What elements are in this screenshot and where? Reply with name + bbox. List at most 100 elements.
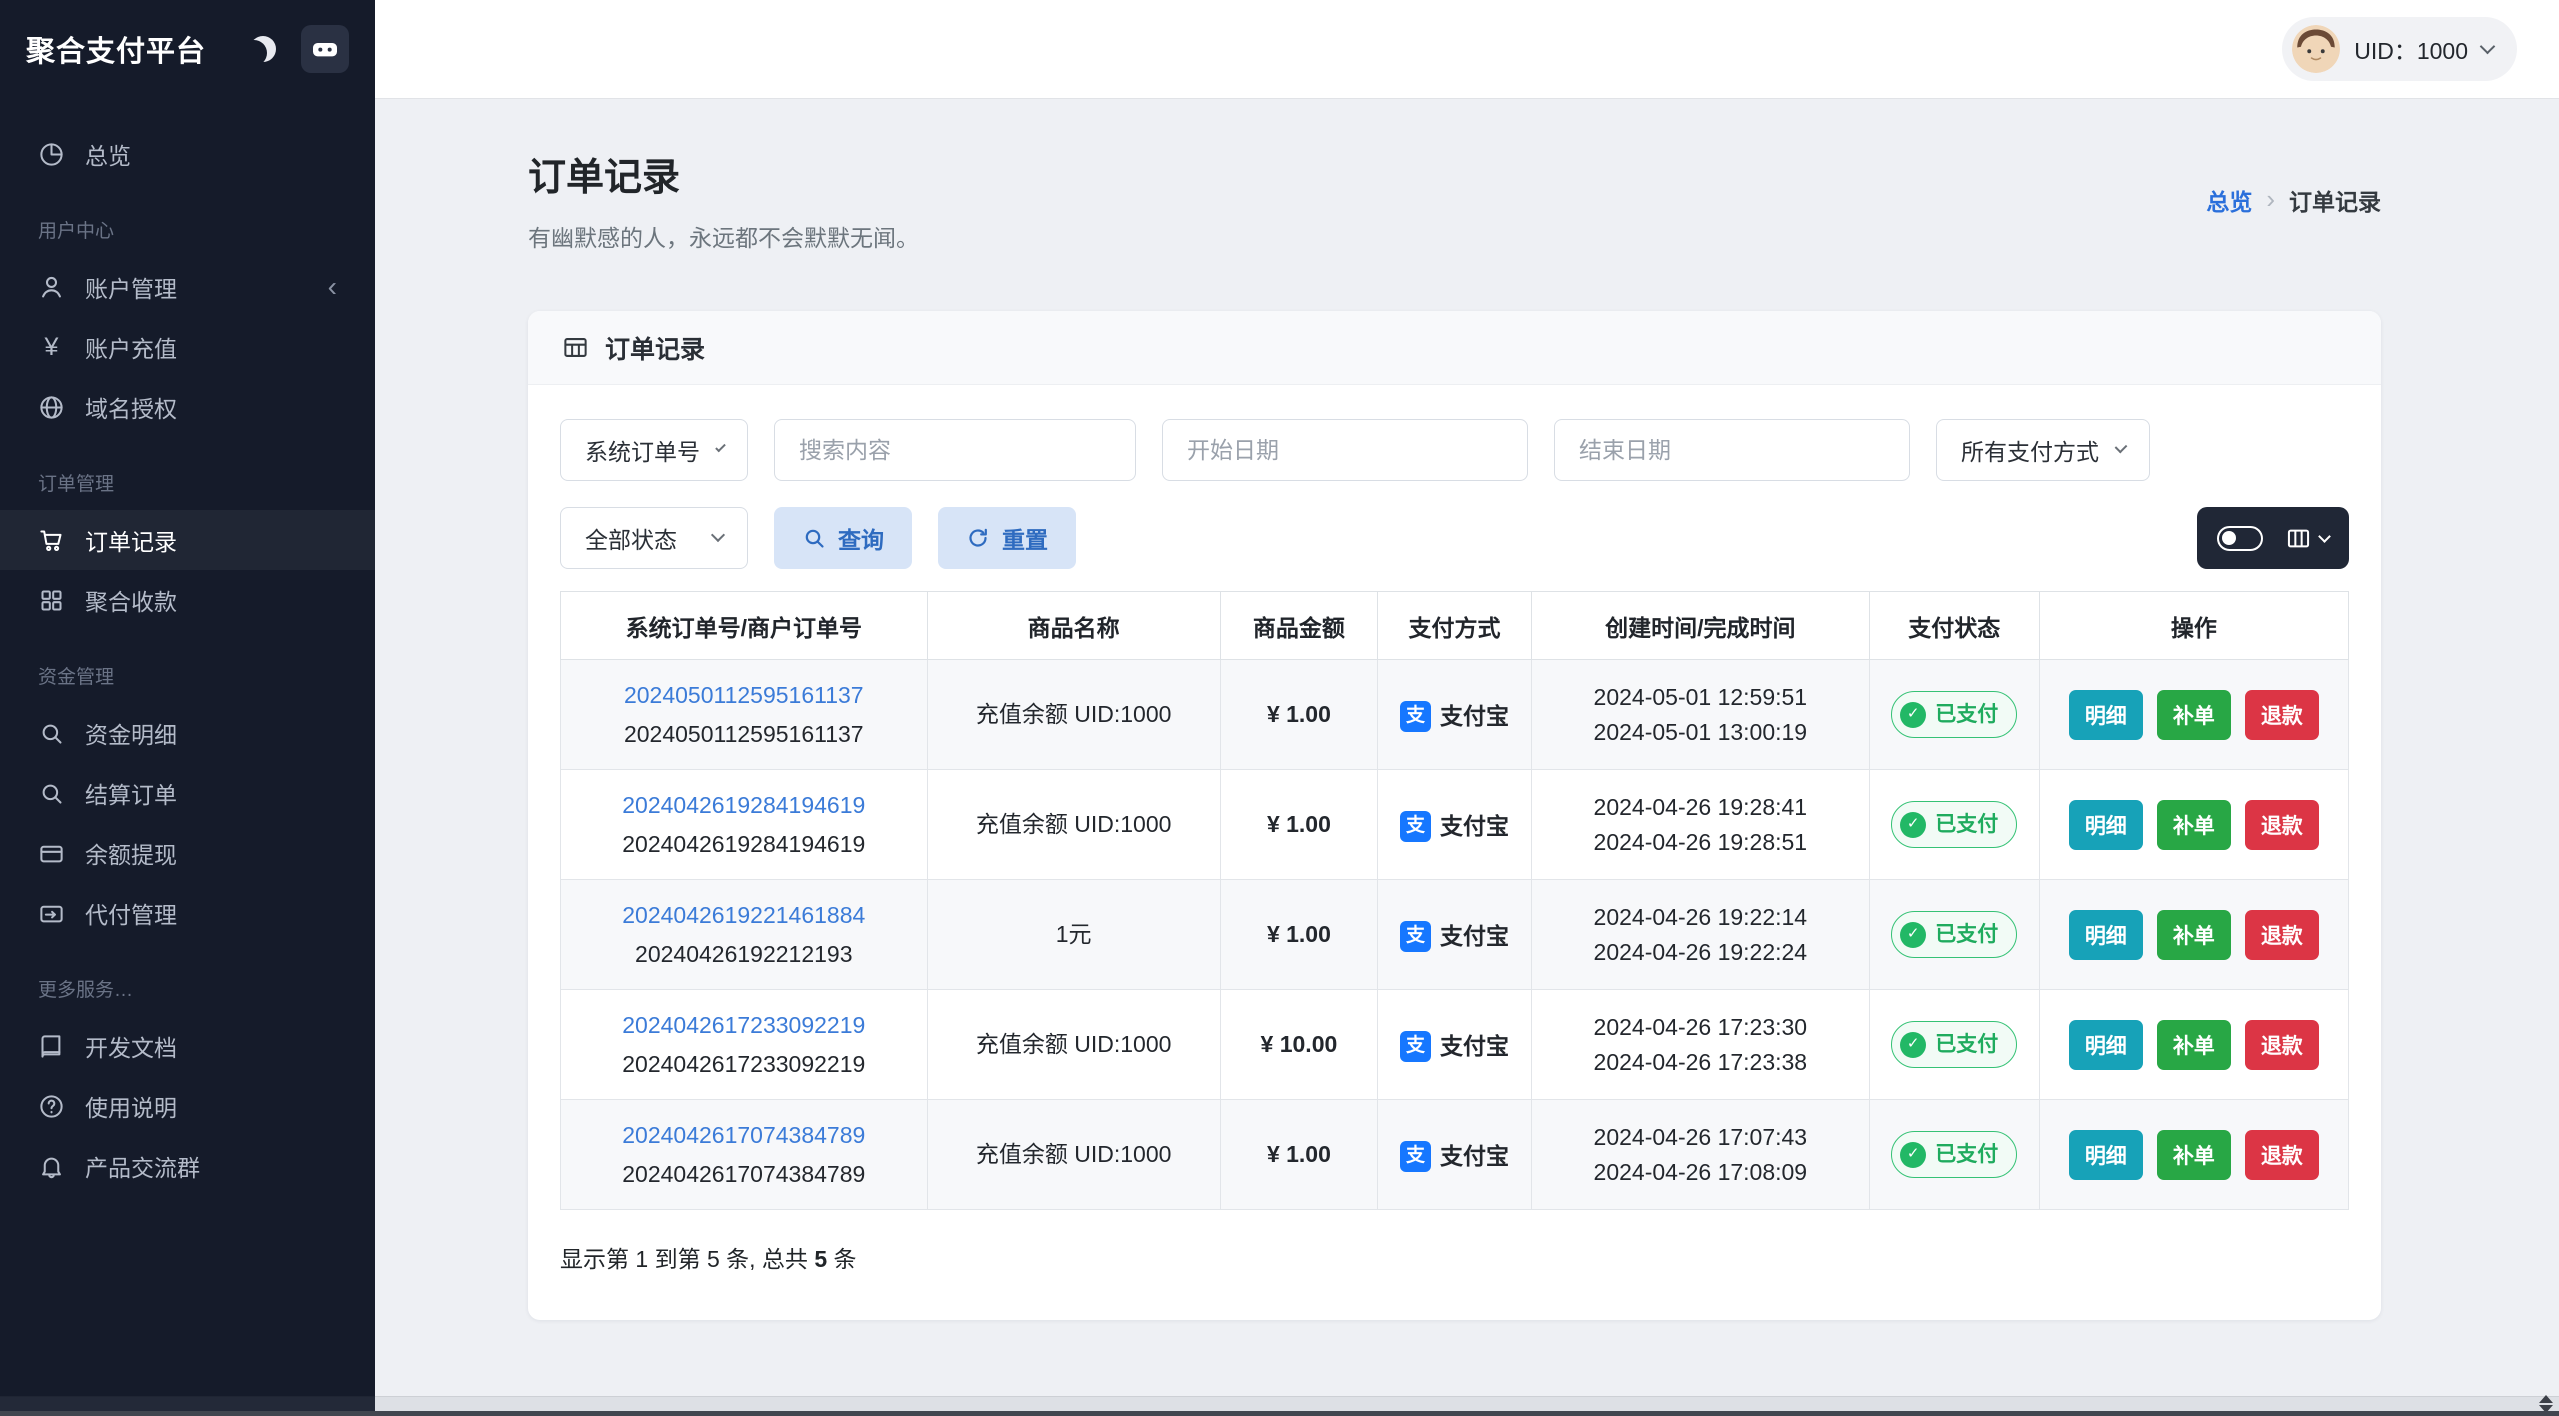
- status-cell: ✓ 已支付: [1868, 769, 2040, 880]
- end-date-input[interactable]: [1554, 419, 1910, 481]
- breadcrumb-current: 订单记录: [2289, 188, 2381, 215]
- sidebar-item-product-group[interactable]: 产品交流群: [0, 1136, 375, 1196]
- order-no-link[interactable]: 2024042619284194619: [573, 788, 915, 823]
- pay-method-select[interactable]: 所有支付方式: [1936, 419, 2150, 481]
- order-field-select[interactable]: 系统订单号: [560, 419, 748, 481]
- sidebar-item-order-records[interactable]: 订单记录: [0, 510, 375, 570]
- card-header: 订单记录: [528, 311, 2381, 385]
- detail-button[interactable]: 明细: [2068, 1129, 2143, 1180]
- sidebar-item-overview[interactable]: 总览: [0, 124, 375, 184]
- supplement-button[interactable]: 补单: [2156, 799, 2231, 850]
- amount-cell: ¥ 1.00: [1219, 769, 1379, 880]
- status-badge: ✓ 已支付: [1891, 1130, 2018, 1179]
- table-row: 2024050112595161137 2024050112595161137 充值…: [560, 659, 2350, 770]
- filter-row-2: 全部状态 查询 重置: [560, 507, 2349, 569]
- reset-button[interactable]: 重置: [938, 507, 1076, 569]
- chevron-left-icon: ‹: [327, 271, 337, 302]
- refund-button[interactable]: 退款: [2244, 909, 2319, 960]
- breadcrumb-root-link[interactable]: 总览: [2206, 183, 2252, 217]
- column-header: 操作: [2038, 591, 2350, 660]
- order-no-link[interactable]: 2024042617074384789: [573, 1118, 915, 1153]
- pay-method-cell: 支支付宝: [1377, 1099, 1532, 1210]
- start-date-input[interactable]: [1162, 419, 1528, 481]
- status-select[interactable]: 全部状态: [560, 507, 748, 569]
- supplement-button[interactable]: 补单: [2156, 1019, 2231, 1070]
- order-no-cell: 2024042619284194619 2024042619284194619: [560, 769, 928, 880]
- completed-time: 2024-04-26 17:23:38: [1593, 1048, 1808, 1075]
- table-toolbar: [2197, 507, 2349, 569]
- sidebar-item-balance-withdraw[interactable]: 余额提现: [0, 823, 375, 883]
- chevron-down-icon: [2479, 38, 2496, 54]
- order-no-cell: 2024042617233092219 2024042617233092219: [560, 989, 928, 1100]
- card-body: 系统订单号 所有支付方式 全部状态: [528, 385, 2381, 1320]
- dark-mode-toggle[interactable]: [239, 25, 287, 73]
- created-time: 2024-04-26 19:28:41: [1593, 794, 1808, 820]
- pagination-summary: 显示第 1 到第 5 条, 总共 5 条: [560, 1246, 857, 1272]
- column-header: 商品金额: [1219, 591, 1379, 660]
- product-cell: 充值余额 UID:1000: [926, 769, 1221, 880]
- user-icon: [38, 274, 65, 301]
- column-header: 支付状态: [1868, 591, 2040, 660]
- merchant-no: 2024042619284194619: [622, 830, 866, 857]
- orders-table: 系统订单号/商户订单号 商品名称 商品金额 支付方式 创建时间/完成时间 支付状态 操作 2…: [560, 591, 2350, 1210]
- chevron-down-icon: [2318, 529, 2331, 543]
- detail-button[interactable]: 明细: [2068, 909, 2143, 960]
- refund-button[interactable]: 退款: [2244, 799, 2319, 850]
- breadcrumb: 总览 › 订单记录: [2206, 183, 2381, 217]
- sidebar-item-settlement-orders[interactable]: 结算订单: [0, 763, 375, 823]
- sidebar-item-account-recharge[interactable]: ¥ 账户充值: [0, 317, 375, 377]
- order-no-link[interactable]: 2024050112595161137: [573, 678, 915, 713]
- actions-cell: 明细 补单 退款: [2038, 1099, 2350, 1210]
- sidebar-item-aggregate-collection[interactable]: 聚合收款: [0, 570, 375, 630]
- appearance-toggle[interactable]: [301, 25, 349, 73]
- user-menu[interactable]: UID：1000: [2282, 17, 2517, 81]
- bell-icon: [38, 1153, 65, 1180]
- order-no-link[interactable]: 2024042617233092219: [573, 1008, 915, 1043]
- sidebar-item-account-management[interactable]: 账户管理 ‹: [0, 257, 375, 317]
- supplement-button[interactable]: 补单: [2156, 689, 2231, 740]
- pay-method-cell: 支支付宝: [1377, 879, 1532, 990]
- status-badge: ✓ 已支付: [1891, 1020, 2018, 1069]
- detail-button[interactable]: 明细: [2068, 1019, 2143, 1070]
- overview-icon: [38, 141, 65, 168]
- grid-icon: [38, 587, 65, 614]
- card-title: 订单记录: [605, 335, 706, 364]
- cart-icon: [38, 527, 65, 554]
- search-input[interactable]: [774, 419, 1136, 481]
- actions-cell: 明细 补单 退款: [2038, 989, 2350, 1100]
- sidebar-item-domain-auth[interactable]: 域名授权: [0, 377, 375, 437]
- search-icon: [38, 780, 65, 807]
- created-time: 2024-04-26 17:07:43: [1593, 1124, 1808, 1150]
- gamepad-icon: [309, 33, 341, 65]
- query-button[interactable]: 查询: [774, 507, 912, 569]
- column-header: 支付方式: [1377, 591, 1532, 660]
- columns-icon: [2285, 525, 2312, 552]
- pay-method-cell: 支支付宝: [1377, 659, 1532, 770]
- sidebar-item-payout-management[interactable]: 代付管理: [0, 883, 375, 943]
- merchant-no: 20240426192212193: [635, 940, 853, 967]
- time-cell: 2024-05-01 12:59:51 2024-05-01 13:00:19: [1530, 659, 1870, 770]
- time-cell: 2024-04-26 17:07:43 2024-04-26 17:08:09: [1530, 1099, 1870, 1210]
- sidebar-item-dev-docs[interactable]: 开发文档: [0, 1016, 375, 1076]
- orders-card: 订单记录 系统订单号 所有支付方式: [528, 311, 2381, 1320]
- sidebar-section-label: 资金管理: [38, 667, 115, 688]
- supplement-button[interactable]: 补单: [2156, 1129, 2231, 1180]
- refund-button[interactable]: 退款: [2244, 1129, 2319, 1180]
- sidebar-item-usage-guide[interactable]: 使用说明: [0, 1076, 375, 1136]
- brand-title: 聚合支付平台: [26, 36, 207, 68]
- refund-button[interactable]: 退款: [2244, 689, 2319, 740]
- columns-dropdown[interactable]: [2285, 525, 2331, 552]
- fullscreen-toggle[interactable]: [2217, 525, 2263, 551]
- product-cell: 充值余额 UID:1000: [926, 659, 1221, 770]
- pay-method-cell: 支支付宝: [1377, 989, 1532, 1100]
- supplement-button[interactable]: 补单: [2156, 909, 2231, 960]
- horizontal-scrollbar[interactable]: [0, 1396, 2559, 1411]
- sidebar-item-fund-details[interactable]: 资金明细: [0, 703, 375, 763]
- order-no-link[interactable]: 2024042619221461884: [573, 898, 915, 933]
- refund-button[interactable]: 退款: [2244, 1019, 2319, 1070]
- detail-button[interactable]: 明细: [2068, 689, 2143, 740]
- detail-button[interactable]: 明细: [2068, 799, 2143, 850]
- uid-label: UID：1000: [2354, 38, 2468, 64]
- time-cell: 2024-04-26 19:28:41 2024-04-26 19:28:51: [1530, 769, 1870, 880]
- page-title: 订单记录: [528, 157, 681, 199]
